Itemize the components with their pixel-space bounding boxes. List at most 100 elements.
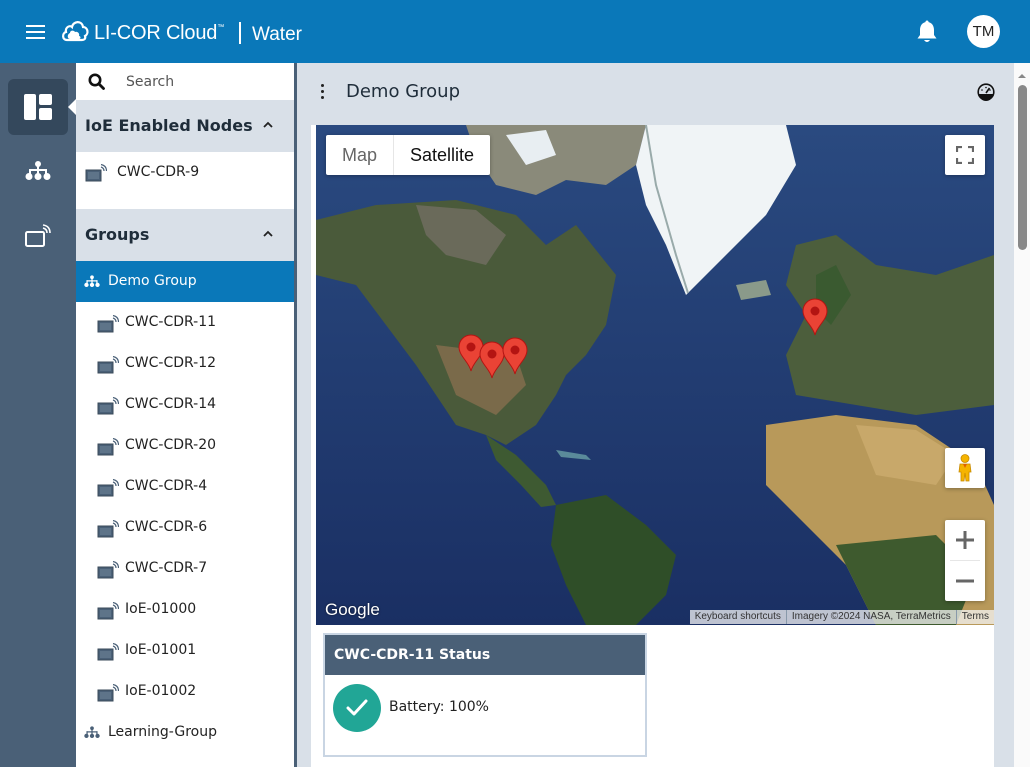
map-pin-icon [802, 298, 828, 336]
terms-link[interactable]: Terms [955, 610, 994, 624]
keyboard-shortcuts-link[interactable]: Keyboard shortcuts [690, 610, 786, 624]
map-type-satellite-button[interactable]: Satellite [394, 135, 490, 175]
status-ok-indicator [333, 684, 381, 732]
node-label: CWC-CDR-12 [125, 355, 217, 371]
status-card[interactable]: CWC-CDR-11 Status Battery: 100% [323, 633, 647, 757]
node-label: CWC-CDR-20 [125, 437, 217, 453]
menu-icon[interactable] [26, 25, 45, 39]
map-type-control: Map Satellite [326, 135, 491, 175]
device-icon [97, 602, 119, 620]
node-label: IoE-01002 [125, 683, 197, 699]
rail-groups-button[interactable] [8, 143, 68, 199]
node-label: CWC-CDR-14 [125, 396, 217, 412]
chevron-up-icon[interactable] [263, 229, 273, 239]
main-panel: Demo Group Map Satellite Google Keyboard… [297, 63, 1017, 767]
notifications-bell-icon[interactable] [916, 20, 938, 44]
zoom-in-button[interactable] [945, 520, 985, 560]
node-label: IoE-01001 [125, 642, 197, 658]
device-tree-panel: IoE Enabled Nodes CWC-CDR-9 Groups Demo … [76, 63, 295, 767]
device-icon [85, 164, 107, 182]
device-icon [97, 561, 119, 579]
tree-node[interactable]: CWC-CDR-7 [76, 548, 295, 589]
group-hierarchy-icon [84, 726, 100, 739]
group-learning-group[interactable]: Learning-Group [76, 712, 295, 753]
brand-separator [239, 22, 241, 44]
tree-node[interactable]: IoE-01000 [76, 589, 295, 630]
main-scrollbar[interactable] [1014, 63, 1030, 767]
tree-node[interactable]: IoE-01002 [76, 671, 295, 712]
map-marker[interactable] [502, 337, 528, 375]
tree-node[interactable]: CWC-CDR-9 [76, 152, 295, 209]
tree-node[interactable]: CWC-CDR-6 [76, 507, 295, 548]
google-logo: Google [325, 600, 380, 619]
hierarchy-icon [25, 161, 51, 180]
search-bar [76, 63, 295, 100]
group-label: Learning-Group [108, 724, 217, 740]
device-icon [97, 520, 119, 538]
more-options-icon[interactable] [321, 84, 325, 100]
group-label: Demo Group [108, 273, 197, 289]
device-icon [97, 684, 119, 702]
satellite-map[interactable]: Map Satellite Google Keyboard shortcuts … [316, 125, 994, 625]
section-groups[interactable]: Groups [76, 209, 295, 261]
map-pin-icon [502, 337, 528, 375]
device-icon [97, 397, 119, 415]
page-title: Demo Group [346, 81, 461, 102]
fullscreen-icon [956, 146, 974, 164]
tree-node[interactable]: CWC-CDR-11 [76, 302, 295, 343]
imagery-credit: Imagery ©2024 NASA, TerraMetrics [785, 610, 956, 624]
status-card-title: CWC-CDR-11 Status [325, 635, 645, 675]
node-label: CWC-CDR-7 [125, 560, 208, 576]
tree-node[interactable]: CWC-CDR-14 [76, 384, 295, 425]
scrollbar-thumb[interactable] [1018, 85, 1027, 250]
section-title: IoE Enabled Nodes [85, 116, 253, 135]
map-terrain [316, 125, 994, 625]
plus-icon [956, 531, 974, 549]
licor-cloud-logo-icon [62, 21, 89, 42]
active-pointer [68, 99, 76, 115]
gauge-icon[interactable] [977, 83, 995, 101]
battery-status: Battery: 100% [389, 699, 489, 715]
dashboard-icon [24, 94, 52, 120]
device-icon [97, 438, 119, 456]
device-icon [97, 643, 119, 661]
device-icon [97, 479, 119, 497]
rail-dashboard-button[interactable] [8, 79, 68, 135]
rail-devices-button[interactable] [8, 208, 68, 264]
street-view-pegman-button[interactable] [945, 448, 985, 488]
pegman-icon [958, 454, 972, 482]
node-label: IoE-01000 [125, 601, 197, 617]
fullscreen-button[interactable] [945, 135, 985, 175]
section-title: Groups [85, 225, 150, 244]
node-label: CWC-CDR-6 [125, 519, 208, 535]
map-type-map-button[interactable]: Map [326, 135, 395, 175]
tree-node[interactable]: IoE-01001 [76, 630, 295, 671]
dashboard-content: Map Satellite Google Keyboard shortcuts … [311, 125, 994, 767]
search-icon [88, 73, 105, 90]
tree-node[interactable]: CWC-CDR-20 [76, 425, 295, 466]
device-icon [97, 315, 119, 333]
scroll-up-arrow-icon[interactable] [1018, 74, 1026, 78]
navigation-rail [0, 63, 76, 767]
device-icon [97, 356, 119, 374]
node-label: CWC-CDR-4 [125, 478, 208, 494]
device-signal-icon [25, 224, 51, 247]
check-icon [346, 699, 368, 716]
minus-icon [956, 579, 974, 583]
group-demo-group[interactable]: Demo Group [76, 261, 295, 302]
zoom-out-button[interactable] [945, 561, 985, 601]
tree-node[interactable]: CWC-CDR-4 [76, 466, 295, 507]
search-input[interactable] [126, 70, 286, 94]
user-avatar[interactable]: TM [967, 15, 1000, 48]
node-label: CWC-CDR-11 [125, 314, 217, 330]
section-ioe-enabled-nodes[interactable]: IoE Enabled Nodes [76, 100, 295, 152]
top-bar: LI-COR Cloud™ Water TM [0, 0, 1030, 63]
brand-name: LI-COR Cloud™ [94, 22, 225, 44]
chevron-up-icon[interactable] [263, 120, 273, 130]
product-name: Water [252, 24, 302, 45]
map-attribution: Keyboard shortcuts Imagery ©2024 NASA, T… [689, 610, 994, 624]
group-hierarchy-icon [84, 275, 100, 288]
map-marker[interactable] [802, 298, 828, 336]
node-label: CWC-CDR-9 [117, 164, 200, 180]
tree-node[interactable]: CWC-CDR-12 [76, 343, 295, 384]
